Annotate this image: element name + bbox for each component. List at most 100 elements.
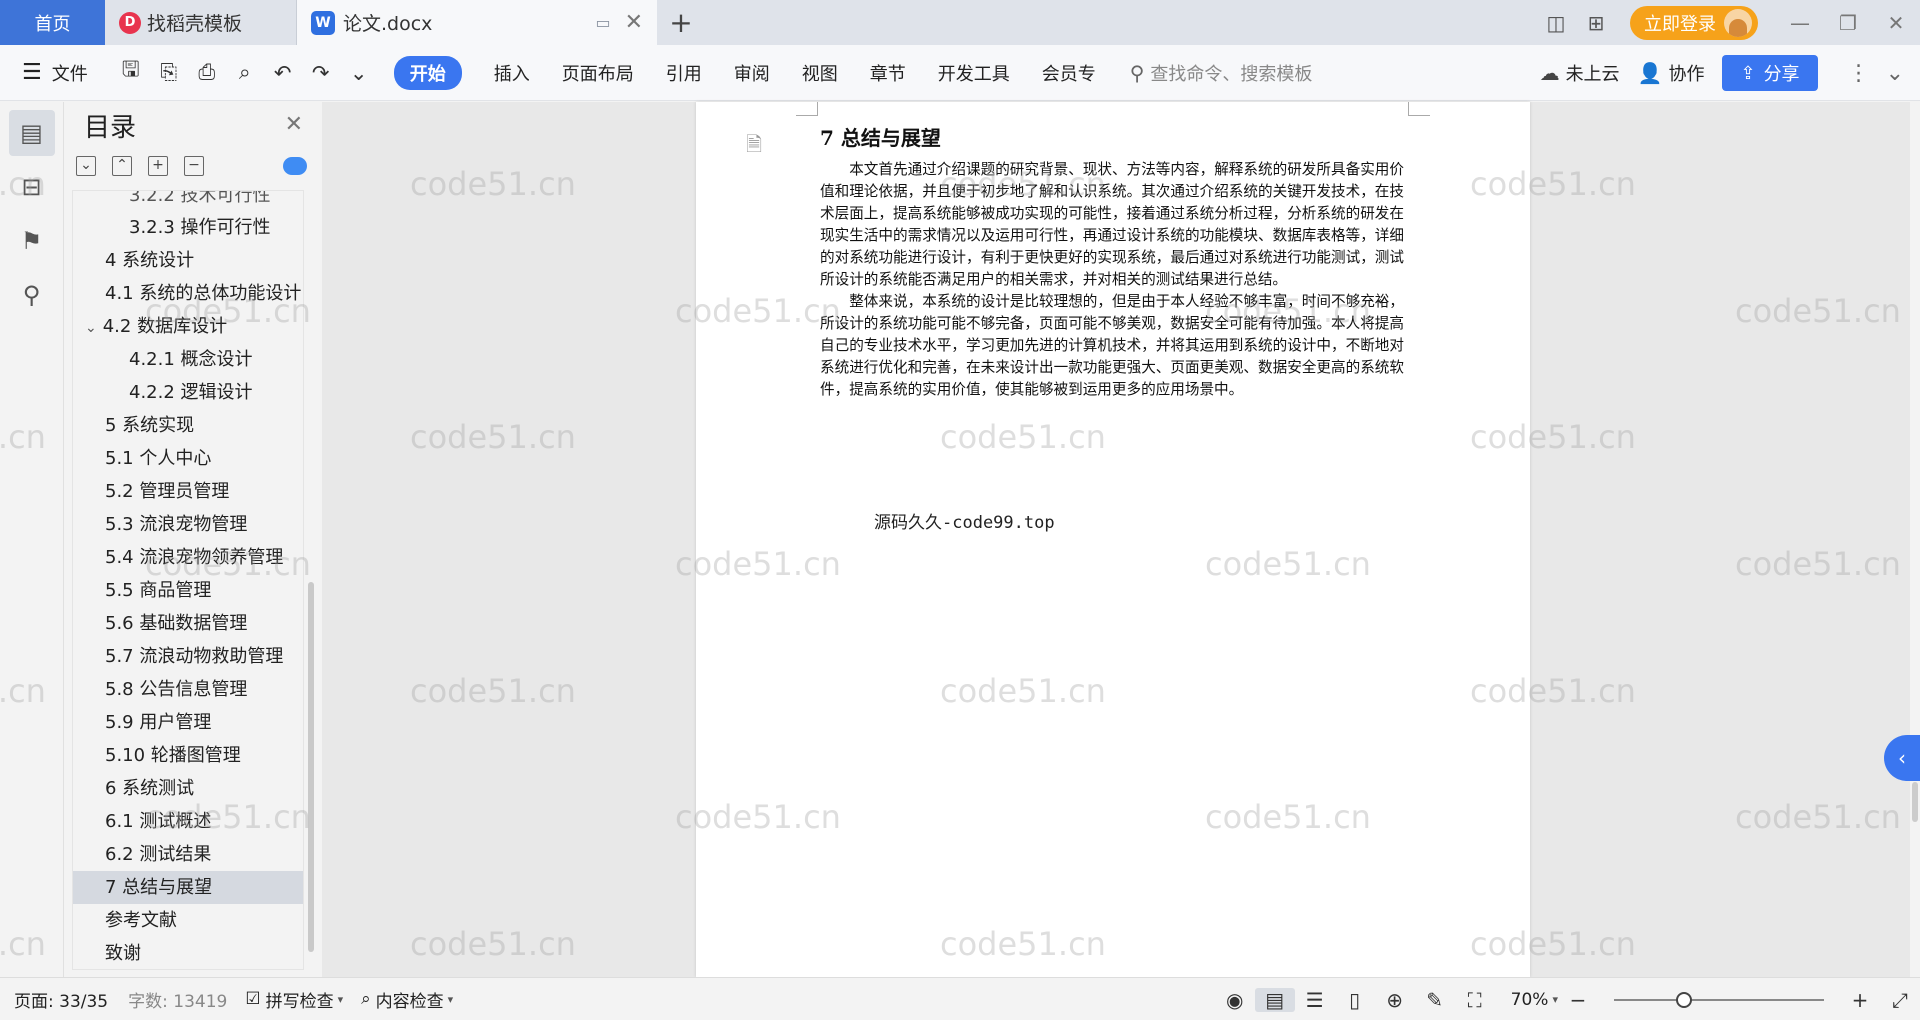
export-icon[interactable]: ⎘ (150, 60, 188, 85)
margin-mark-right (1408, 102, 1430, 116)
zoom-level[interactable]: 70% ▾ (1511, 990, 1558, 1010)
more-options-icon[interactable]: ⋮ (1848, 61, 1870, 86)
toc-item[interactable]: 致谢 (73, 937, 303, 969)
add-heading-icon[interactable]: + (148, 156, 168, 176)
toc-item[interactable]: 6.2 测试结果 (73, 838, 303, 871)
toc-scrollbar[interactable] (308, 582, 314, 952)
user-add-icon: 👤 (1637, 61, 1663, 85)
close-window-icon[interactable]: ✕ (1872, 11, 1920, 35)
layout-icon[interactable]: ◫ (1536, 11, 1576, 35)
quick-access-dropdown-icon[interactable]: ⌄ (340, 61, 378, 85)
document-page[interactable]: 🗎 7 总结与展望 本文首先通过介绍课题的研究背景、现状、方法等内容，解释系统的… (696, 102, 1530, 977)
print-preview-icon[interactable]: ⌕ (226, 60, 264, 85)
restore-icon[interactable]: ❐ (1824, 11, 1872, 35)
tab-home[interactable]: 首页 (0, 0, 105, 45)
paragraph-menu-icon[interactable]: 🗎 (746, 130, 762, 164)
login-button[interactable]: 立即登录 (1630, 5, 1758, 40)
outline-view-icon[interactable]: ☰ (1295, 988, 1335, 1012)
tab-review[interactable]: 审阅 (734, 60, 770, 86)
find-icon[interactable]: ⚲ (9, 272, 55, 318)
toc-item-active[interactable]: 7 总结与展望 (73, 871, 303, 904)
apps-grid-icon[interactable]: ⊞ (1576, 11, 1616, 35)
content-check-button[interactable]: ⌕ 内容检查 ▾ (361, 987, 453, 1012)
toc-item[interactable]: 3.2.2 技术可行性 (73, 191, 303, 211)
new-tab-button[interactable]: + (657, 0, 705, 45)
web-view-icon[interactable]: ⊕ (1375, 988, 1415, 1012)
toc-item[interactable]: 5.8 公告信息管理 (73, 673, 303, 706)
collaborate-button[interactable]: 👤 协作 (1638, 60, 1705, 86)
monitor-icon[interactable]: ▭ (595, 13, 610, 32)
toc-item[interactable]: 6 系统测试 (73, 772, 303, 805)
remove-heading-icon[interactable]: − (184, 156, 204, 176)
close-tab-icon[interactable]: ✕ (625, 10, 643, 35)
chevron-down-icon[interactable]: ⌄ (85, 320, 97, 336)
file-menu[interactable]: ☰ 文件 (22, 60, 88, 86)
document-area: 🗎 7 总结与展望 本文首先通过介绍课题的研究背景、现状、方法等内容，解释系统的… (322, 102, 1910, 977)
zoom-slider-knob[interactable] (1676, 991, 1692, 1008)
toc-item-label: 3.2.2 技术可行性 (129, 191, 271, 206)
toc-item[interactable]: 4 系统设计 (73, 244, 303, 277)
toc-item[interactable]: 5.9 用户管理 (73, 706, 303, 739)
toc-item[interactable]: 4.2.2 逻辑设计 (73, 376, 303, 409)
command-search[interactable]: ⚲ 查找命令、搜索模板 (1130, 60, 1313, 86)
pen-icon[interactable]: ✎ (1415, 988, 1455, 1012)
redo-icon[interactable]: ↷ (302, 61, 340, 85)
tab-sections[interactable]: 章节 (870, 60, 906, 86)
toc-item[interactable]: 5.2 管理员管理 (73, 475, 303, 508)
cloud-status-button[interactable]: ☁ 未上云 (1540, 60, 1620, 86)
tab-developer[interactable]: 开发工具 (938, 60, 1010, 86)
expand-all-icon[interactable]: ⌄ (76, 156, 96, 176)
spell-check-button[interactable]: ☑ 拼写检查 ▾ (245, 987, 343, 1012)
toc-item[interactable]: 5.4 流浪宠物领养管理 (73, 541, 303, 574)
toc-item[interactable]: ⌄ 4.2 数据库设计 (73, 310, 303, 343)
toc-item[interactable]: 5.3 流浪宠物管理 (73, 508, 303, 541)
paragraph-1: 本文首先通过介绍课题的研究背景、现状、方法等内容，解释系统的研发所具备实用价值和… (820, 161, 1404, 288)
scroll-thumb[interactable] (1912, 782, 1918, 822)
toc-item[interactable]: 参考文献 (73, 904, 303, 937)
left-rail: ▤ ⊟ ⚑ ⚲ (0, 102, 64, 977)
page-view-icon[interactable]: ▤ (1254, 987, 1295, 1012)
navigation-icon[interactable]: ⊟ (9, 164, 55, 210)
toc-item[interactable]: 5.1 个人中心 (73, 442, 303, 475)
reading-view-icon[interactable]: ▯ (1335, 988, 1375, 1012)
minimize-icon[interactable]: — (1776, 11, 1824, 35)
fit-page-icon[interactable]: ⛶ (1455, 988, 1495, 1012)
document-scrollbar[interactable] (1910, 102, 1920, 977)
toc-item[interactable]: 5 系统实现 (73, 409, 303, 442)
eye-protection-icon[interactable]: ◉ (1215, 988, 1255, 1012)
toc-item[interactable]: 5.6 基础数据管理 (73, 607, 303, 640)
word-count[interactable]: 字数: 13419 (128, 987, 227, 1012)
toc-panel-icon[interactable]: ▤ (8, 110, 55, 156)
tab-member[interactable]: 会员专 (1042, 60, 1096, 86)
tab-references[interactable]: 引用 (666, 60, 702, 86)
save-icon[interactable]: 🖫 (112, 55, 150, 90)
bookmark-icon[interactable]: ⚑ (9, 218, 55, 264)
toc-item[interactable]: 4.2.1 概念设计 (73, 343, 303, 376)
toc-item[interactable]: 5.7 流浪动物救助管理 (73, 640, 303, 673)
tab-document[interactable]: W 论文.docx ▭ ✕ (297, 0, 657, 45)
toc-item[interactable]: 5.5 商品管理 (73, 574, 303, 607)
zoom-slider[interactable] (1614, 990, 1824, 1010)
collapse-all-icon[interactable]: ⌃ (112, 156, 132, 176)
fullscreen-icon[interactable]: ⤢ (1880, 988, 1920, 1012)
share-button[interactable]: ⇪ 分享 (1722, 55, 1818, 91)
tab-insert[interactable]: 插入 (494, 60, 530, 86)
ai-assistant-icon[interactable] (283, 157, 307, 175)
toc-item[interactable]: 6.1 测试概述 (73, 805, 303, 838)
print-icon[interactable]: ⎙ (188, 60, 226, 85)
page-indicator[interactable]: 页面: 33/35 (14, 987, 108, 1012)
tab-page-layout[interactable]: 页面布局 (562, 60, 634, 86)
undo-icon[interactable]: ↶ (264, 61, 302, 85)
close-panel-icon[interactable]: ✕ (285, 112, 303, 137)
collapse-ribbon-icon[interactable]: ⌄ (1886, 61, 1904, 86)
toc-item[interactable]: 5.10 轮播图管理 (73, 739, 303, 772)
tab-templates[interactable]: D 找稻壳模板 (105, 0, 297, 45)
toc-item[interactable]: 4.1 系统的总体功能设计 (73, 277, 303, 310)
tab-view[interactable]: 视图 (802, 60, 838, 86)
zoom-out-icon[interactable]: − (1558, 988, 1598, 1012)
toc-toolbar: ⌄ ⌃ + − (64, 148, 321, 184)
toc-item[interactable]: 3.2.3 操作可行性 (73, 211, 303, 244)
toc-item-label: 5.2 管理员管理 (105, 481, 230, 502)
tab-home-ribbon[interactable]: 开始 (393, 55, 462, 90)
zoom-in-icon[interactable]: + (1840, 988, 1880, 1012)
